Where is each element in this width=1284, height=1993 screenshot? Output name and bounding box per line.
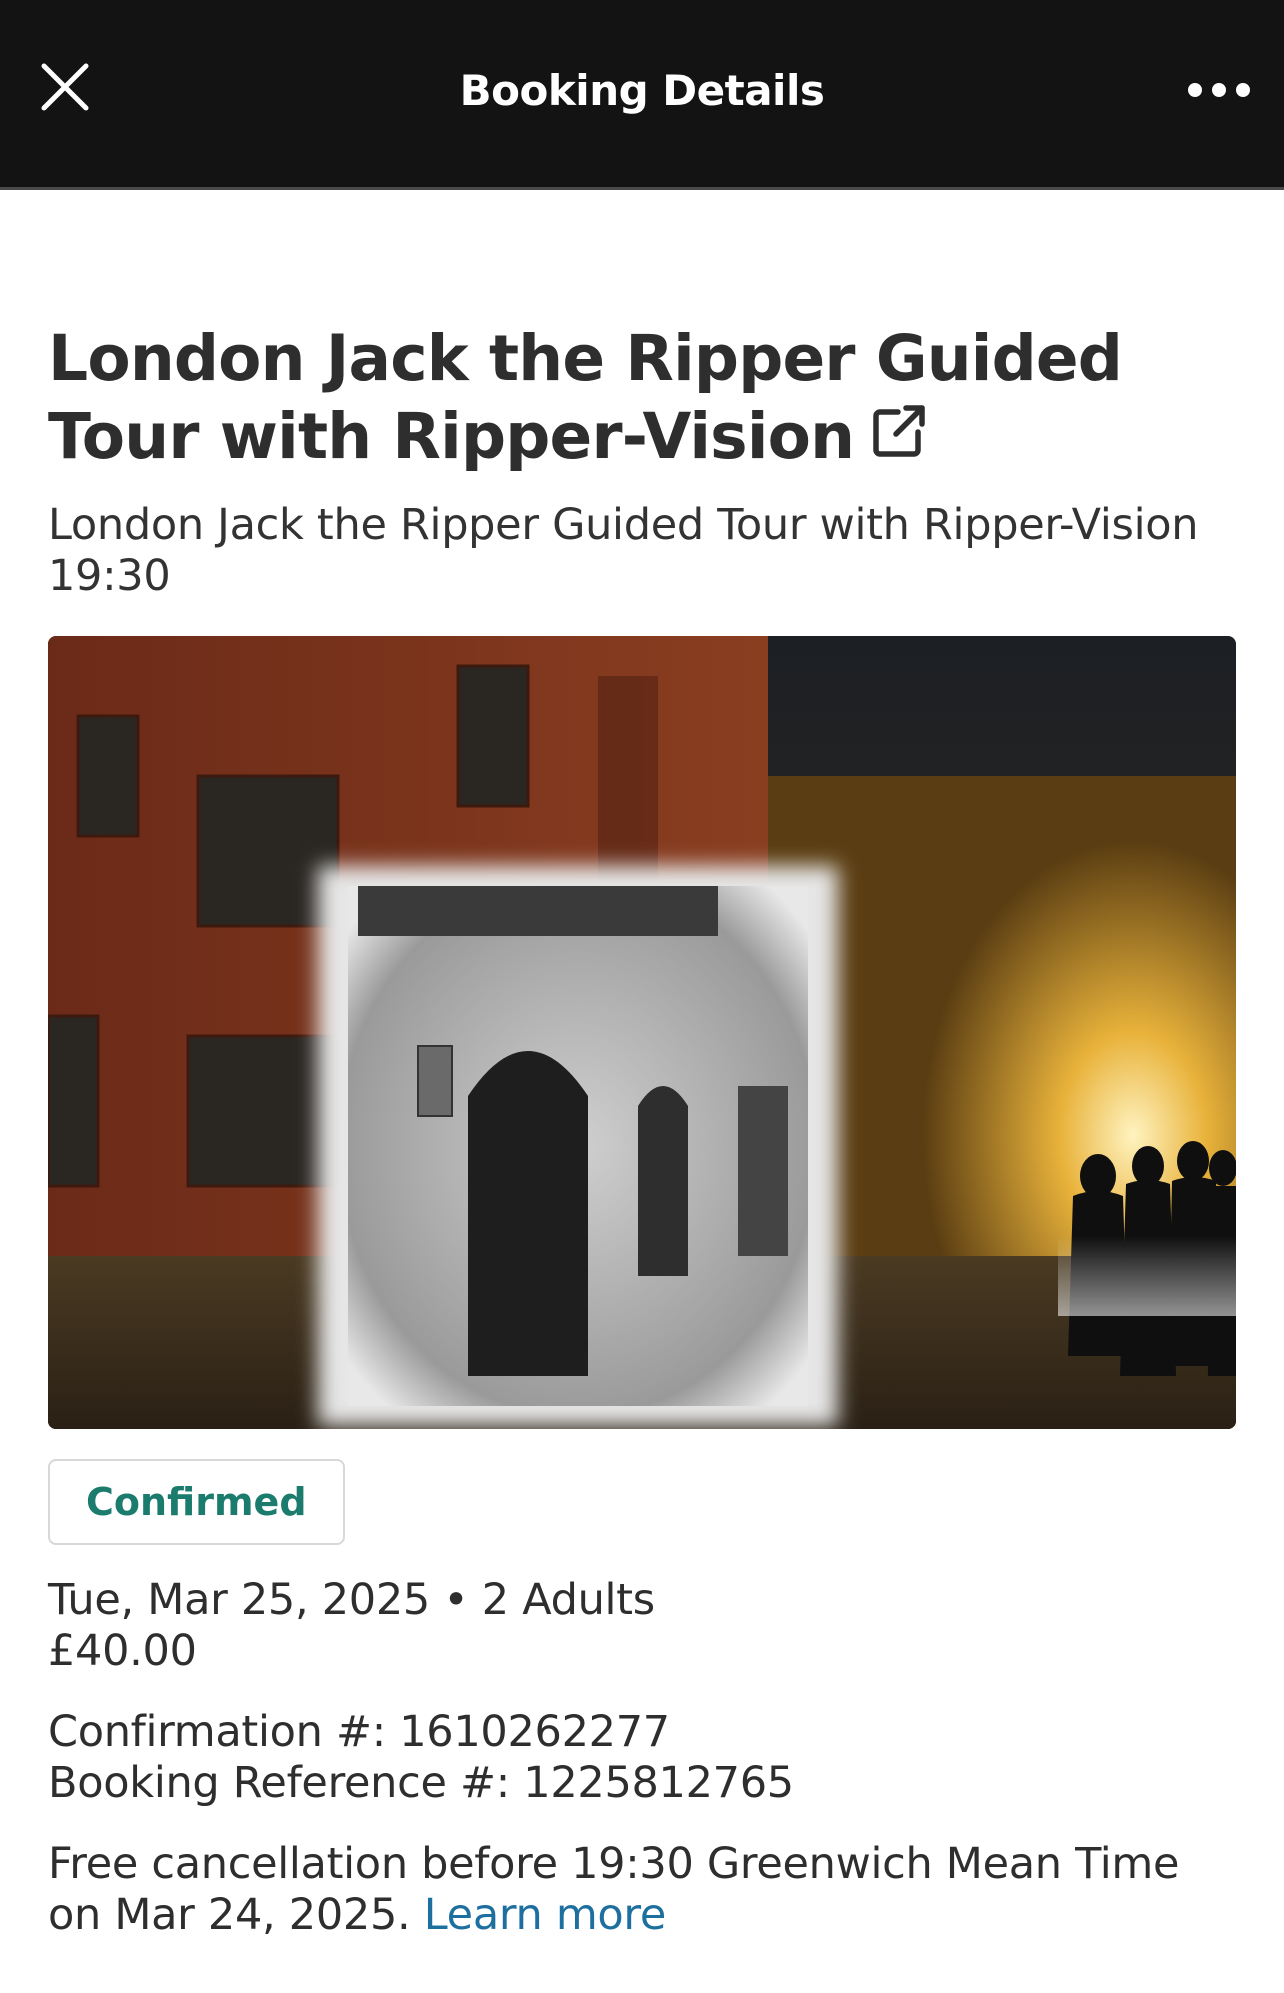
tour-photo [48,636,1236,1429]
cancellation-policy: Free cancellation before 19:30 Greenwich… [48,1839,1236,1941]
booking-date: Tue, Mar 25, 2025 [48,1575,430,1625]
tour-option: London Jack the Ripper Guided Tour with … [48,500,1199,601]
more-horizontal-icon [1188,83,1250,97]
booking-content: London Jack the Ripper Guided Tour with … [48,320,1236,1941]
tour-title[interactable]: London Jack the Ripper Guided Tour with … [48,320,1236,476]
booking-summary: Tue, Mar 25, 2025 • 2 Adults £40.00 [48,1575,1236,1677]
external-link-icon [873,405,925,457]
guest-count: 2 Adults [481,1575,655,1625]
status-badge: Confirmed [48,1459,345,1545]
tour-title-text[interactable]: London Jack the Ripper Guided Tour with … [48,322,1123,473]
booking-price: £40.00 [48,1626,197,1676]
top-bar: Booking Details [0,0,1284,190]
booking-numbers: Confirmation #: 1610262277 Booking Refer… [48,1707,1236,1809]
date-guests-line: Tue, Mar 25, 2025 • 2 Adults [48,1575,1236,1626]
confirmation-number: Confirmation #: 1610262277 [48,1707,670,1757]
page-title: Booking Details [459,66,825,115]
learn-more-link[interactable]: Learn more [424,1890,667,1940]
separator-dot: • [443,1575,469,1625]
external-link-button[interactable] [868,402,928,462]
booking-reference: Booking Reference #: 1225812765 [48,1758,794,1808]
more-options-button[interactable] [1184,70,1254,110]
